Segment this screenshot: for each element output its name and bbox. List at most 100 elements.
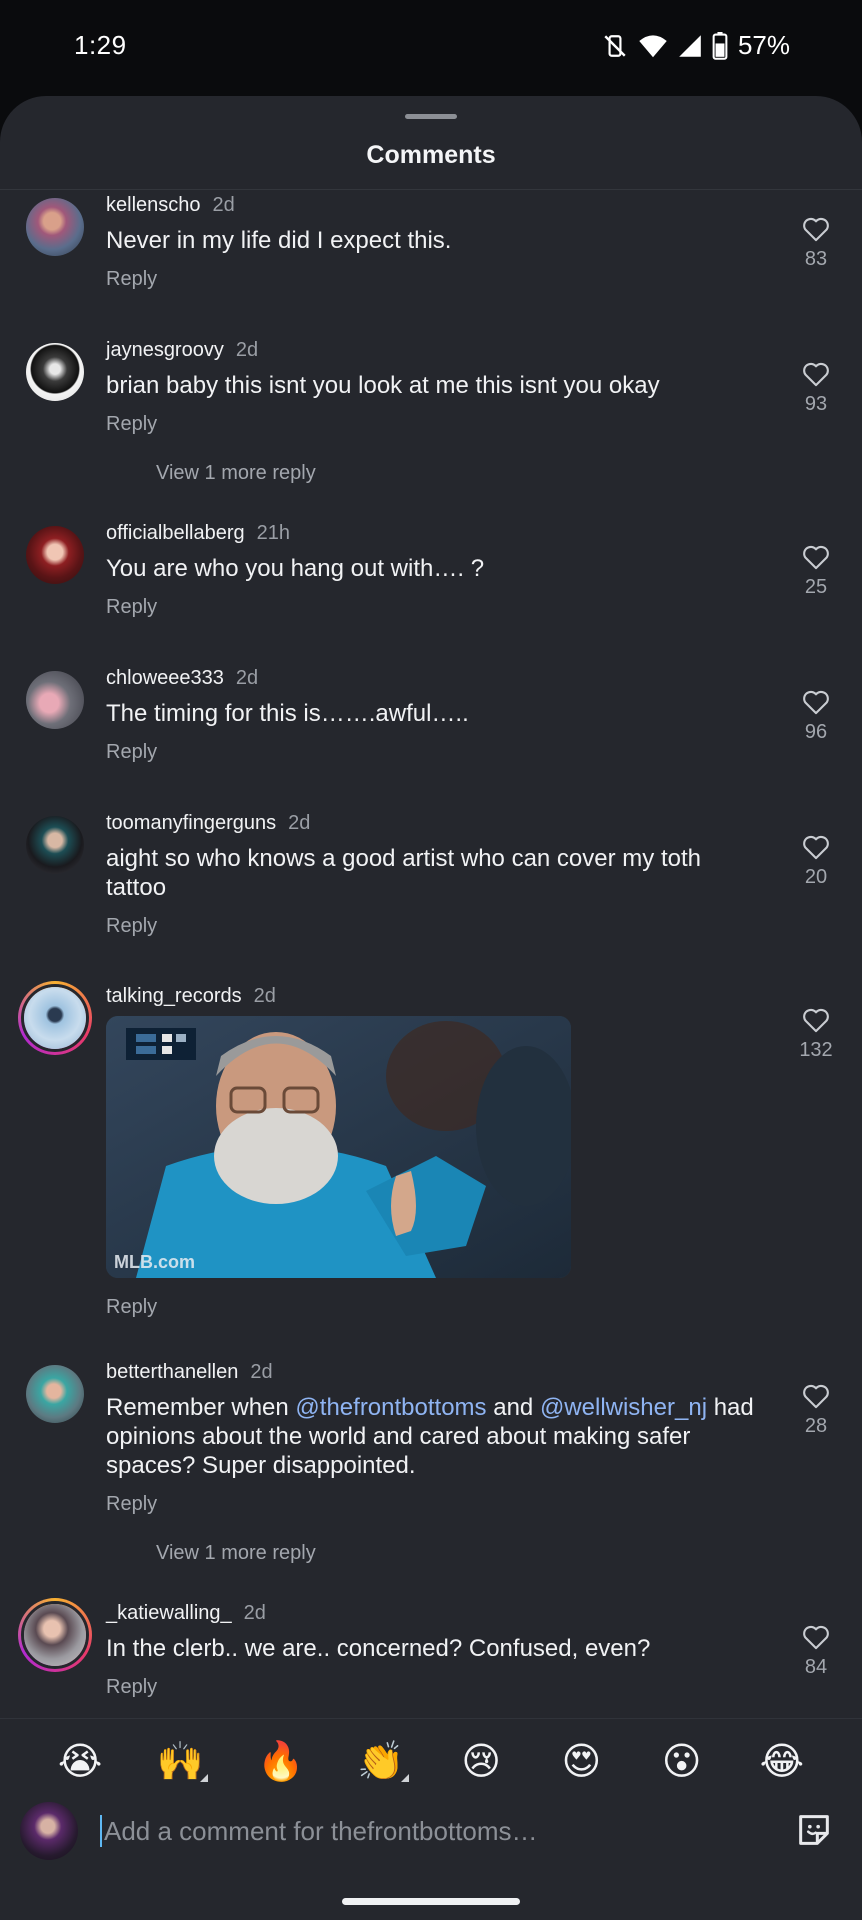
skin-tone-indicator xyxy=(200,1773,209,1782)
heart-icon xyxy=(803,835,829,860)
emoji-crying[interactable]: 😢 xyxy=(451,1739,511,1784)
reply-button[interactable]: Reply xyxy=(106,1493,157,1516)
avatar[interactable] xyxy=(26,526,84,584)
skin-tone-indicator xyxy=(400,1773,409,1782)
comment-input-placeholder: Add a comment for thefrontbottoms… xyxy=(104,1815,538,1846)
text-segment: and xyxy=(486,1394,540,1421)
like-button[interactable]: 84 xyxy=(796,1624,836,1679)
reply-button[interactable]: Reply xyxy=(106,741,157,764)
timestamp: 2d xyxy=(235,667,259,689)
sticker-button[interactable] xyxy=(794,1810,838,1854)
avatar[interactable] xyxy=(26,1365,84,1423)
like-count: 84 xyxy=(804,1656,828,1678)
timestamp: 2d xyxy=(253,985,276,1007)
like-button[interactable]: 83 xyxy=(796,216,836,271)
like-button[interactable]: 93 xyxy=(796,361,836,416)
emoji-quick-bar: 😭 🙌 🔥 👏 😢 😍 😮 😂 xyxy=(0,1718,862,1804)
like-button[interactable]: 96 xyxy=(796,689,836,744)
timestamp: 2d xyxy=(250,1361,273,1383)
like-button[interactable]: 28 xyxy=(796,1383,836,1438)
heart-icon xyxy=(803,1008,829,1033)
reply-button[interactable]: Reply xyxy=(106,1296,157,1319)
comment-gif[interactable]: MLB.com xyxy=(106,1016,571,1278)
status-icons: 57% xyxy=(602,30,790,61)
username[interactable]: chloweee333 xyxy=(106,667,224,690)
like-count: 28 xyxy=(804,1415,828,1437)
text-segment: Remember when xyxy=(106,1394,296,1421)
text-caret xyxy=(100,1815,102,1847)
view-more-replies[interactable]: View 1 more reply xyxy=(156,462,316,485)
comment-text: brian baby this isnt you look at me this… xyxy=(106,372,660,399)
like-button[interactable]: 25 xyxy=(796,544,836,599)
comment-composer: Add a comment for thefrontbottoms… xyxy=(0,1796,862,1868)
avatar-story-ring[interactable] xyxy=(18,981,92,1055)
reply-button[interactable]: Reply xyxy=(106,1676,157,1699)
reply-button[interactable]: Reply xyxy=(106,596,157,619)
avatar[interactable] xyxy=(26,671,84,729)
username[interactable]: toomanyfingerguns xyxy=(106,812,276,835)
heart-icon xyxy=(803,217,829,242)
avatar-story-ring[interactable] xyxy=(18,1598,92,1672)
comment-text: aight so who knows a good artist who can… xyxy=(106,845,701,901)
like-count: 20 xyxy=(804,866,828,888)
avatar[interactable] xyxy=(26,343,84,401)
my-avatar xyxy=(20,1802,78,1860)
view-more-replies[interactable]: View 1 more reply xyxy=(156,1542,316,1565)
heart-icon xyxy=(803,1384,829,1409)
emoji-heart-eyes[interactable]: 😍 xyxy=(551,1739,611,1784)
reply-button[interactable]: Reply xyxy=(106,268,157,291)
like-button[interactable]: 132 xyxy=(796,1007,836,1062)
username[interactable]: kellenscho xyxy=(106,194,201,217)
username[interactable]: officialbellaberg xyxy=(106,522,245,545)
comment-text: The timing for this is…….awful….. xyxy=(106,700,469,727)
timestamp: 2d xyxy=(212,194,235,216)
emoji-raising-hands[interactable]: 🙌 xyxy=(150,1740,210,1784)
comment-text: Remember when @thefrontbottoms and @well… xyxy=(106,1393,766,1480)
mention-link[interactable]: @thefrontbottoms xyxy=(295,1394,486,1421)
signal-icon xyxy=(679,34,701,57)
timestamp: 2d xyxy=(235,339,259,361)
comment-text: In the clerb.. we are.. concerned? Confu… xyxy=(106,1635,651,1662)
username[interactable]: betterthanellen xyxy=(106,1361,238,1384)
drag-handle[interactable] xyxy=(405,114,457,119)
like-count: 25 xyxy=(804,576,828,598)
reply-button[interactable]: Reply xyxy=(106,915,157,938)
battery-icon xyxy=(712,31,728,60)
comment-text: You are who you hang out with…. ? xyxy=(106,555,485,582)
emoji-clapping[interactable]: 👏 xyxy=(351,1740,411,1784)
reply-button[interactable]: Reply xyxy=(106,413,157,436)
sheet-title: Comments xyxy=(366,141,496,169)
like-count: 93 xyxy=(804,393,828,415)
avatar[interactable] xyxy=(26,198,84,256)
emoji-laughing[interactable]: 😂 xyxy=(752,1739,812,1784)
battery-percent: 57% xyxy=(737,30,790,60)
username[interactable]: _katiewalling_ xyxy=(106,1602,232,1625)
timestamp: 2d xyxy=(288,812,311,834)
sticker-icon xyxy=(799,1815,829,1845)
emoji-glyph: 🙌 xyxy=(156,1740,205,1783)
avatar[interactable] xyxy=(26,816,84,874)
timestamp: 2d xyxy=(243,1602,266,1624)
comment-list[interactable]: kellenscho 2d Never in my life did I exp… xyxy=(0,190,862,1814)
status-bar: 1:29 57% xyxy=(0,0,862,96)
mention-link[interactable]: @wellwisher_nj xyxy=(540,1394,707,1421)
like-count: 132 xyxy=(799,1039,833,1061)
like-button[interactable]: 20 xyxy=(796,834,836,889)
comment-input[interactable]: Add a comment for thefrontbottoms… xyxy=(100,1808,780,1854)
username[interactable]: jaynesgroovy xyxy=(106,339,224,362)
heart-icon xyxy=(803,545,829,570)
emoji-surprised[interactable]: 😮 xyxy=(652,1739,712,1784)
comments-sheet: Comments kellenscho 2d Never in my life … xyxy=(0,96,862,1920)
status-time: 1:29 xyxy=(74,30,127,60)
emoji-fire[interactable]: 🔥 xyxy=(251,1740,311,1784)
emoji-loudly-crying[interactable]: 😭 xyxy=(50,1739,110,1784)
home-indicator[interactable] xyxy=(342,1898,520,1905)
heart-icon xyxy=(803,362,829,387)
username[interactable]: talking_records xyxy=(106,985,242,1008)
heart-icon xyxy=(803,1625,829,1650)
like-count: 96 xyxy=(804,721,828,743)
timestamp: 21h xyxy=(256,522,290,544)
gif-image: MLB.com xyxy=(106,1016,571,1278)
like-count: 83 xyxy=(804,248,828,270)
emoji-glyph: 👏 xyxy=(357,1740,405,1783)
